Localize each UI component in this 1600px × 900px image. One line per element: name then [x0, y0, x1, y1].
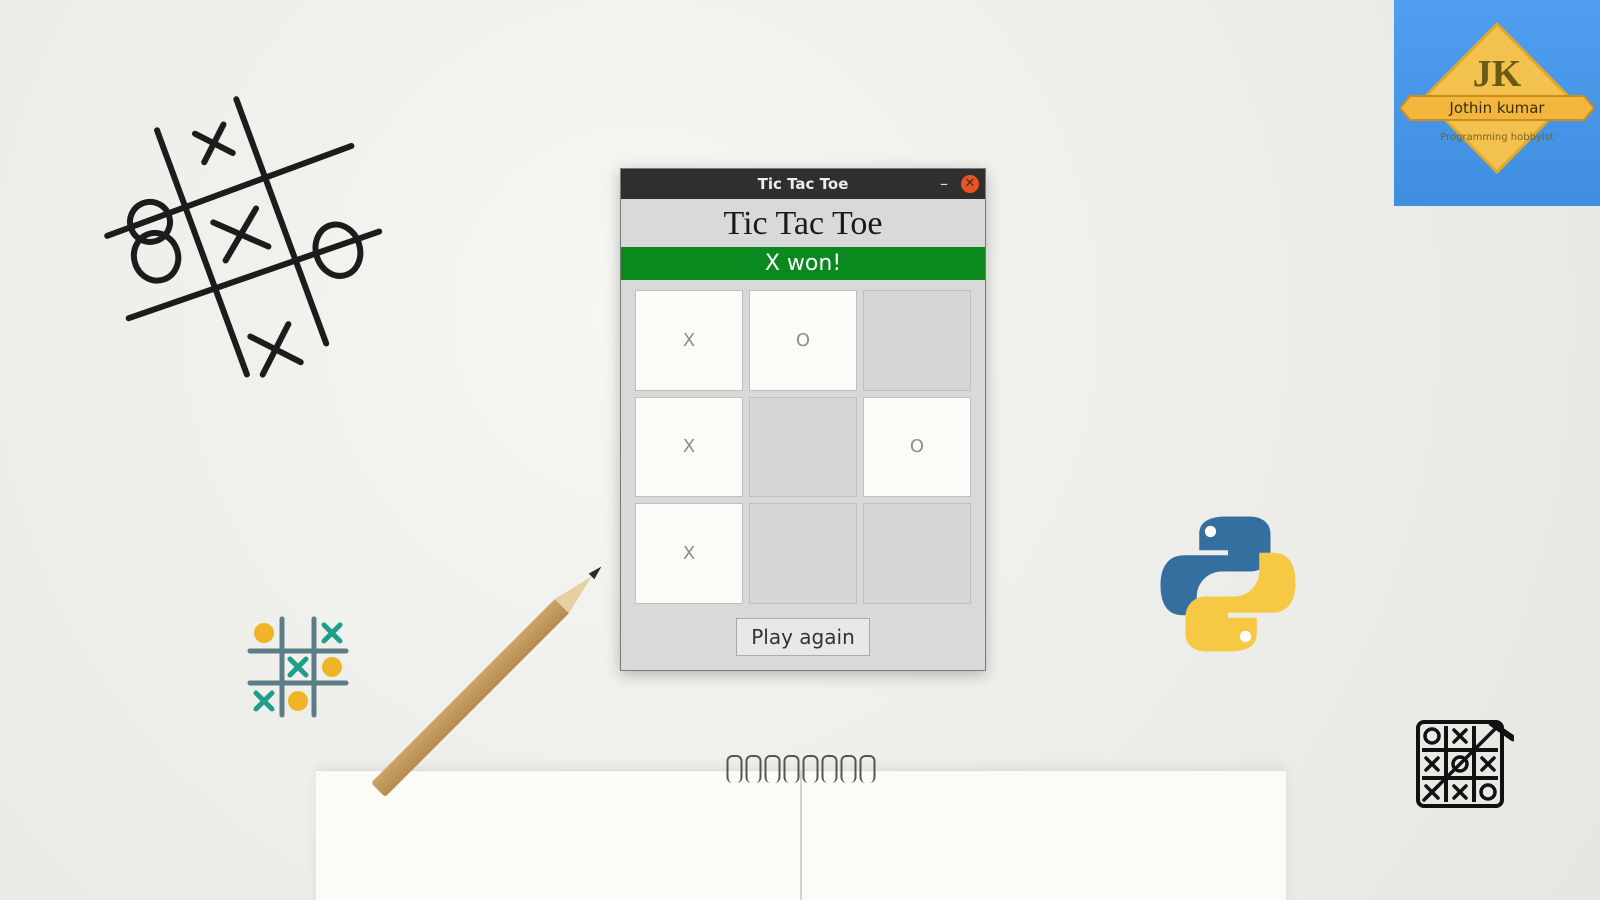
window-title: Tic Tac Toe	[621, 175, 985, 193]
close-icon[interactable]: ✕	[961, 175, 979, 193]
badge-subtitle: Programming hobbyist	[1440, 132, 1554, 143]
cell-4[interactable]	[749, 397, 857, 498]
author-badge: JK Jothin kumar Programming hobbyist	[1394, 0, 1600, 206]
game-title: Tic Tac Toe	[621, 199, 985, 247]
cell-2[interactable]	[863, 290, 971, 391]
mini-board-icon	[246, 615, 350, 719]
badge-initials: JK	[1473, 53, 1522, 95]
play-again-button[interactable]: Play again	[736, 618, 870, 656]
cell-1[interactable]: O	[749, 290, 857, 391]
python-icon	[1148, 504, 1308, 664]
tic-tac-toe-frame-icon	[1414, 718, 1514, 818]
badge-name: Jothin kumar	[1448, 99, 1545, 117]
pencil-icon	[371, 557, 611, 797]
cell-7[interactable]	[749, 503, 857, 604]
minimize-icon[interactable]: –	[937, 177, 951, 191]
cell-3[interactable]: X	[635, 397, 743, 498]
game-board: X O X O X	[635, 290, 971, 604]
window-titlebar[interactable]: Tic Tac Toe – ✕	[621, 169, 985, 199]
status-bar: X won!	[621, 247, 985, 280]
notebook	[316, 770, 1286, 900]
app-window: Tic Tac Toe – ✕ Tic Tac Toe X won! X O X…	[620, 168, 986, 671]
sketch-board-icon	[80, 80, 400, 400]
cell-8[interactable]	[863, 503, 971, 604]
cell-5[interactable]: O	[863, 397, 971, 498]
cell-0[interactable]: X	[635, 290, 743, 391]
cell-6[interactable]: X	[635, 503, 743, 604]
notebook-spiral	[727, 755, 876, 783]
